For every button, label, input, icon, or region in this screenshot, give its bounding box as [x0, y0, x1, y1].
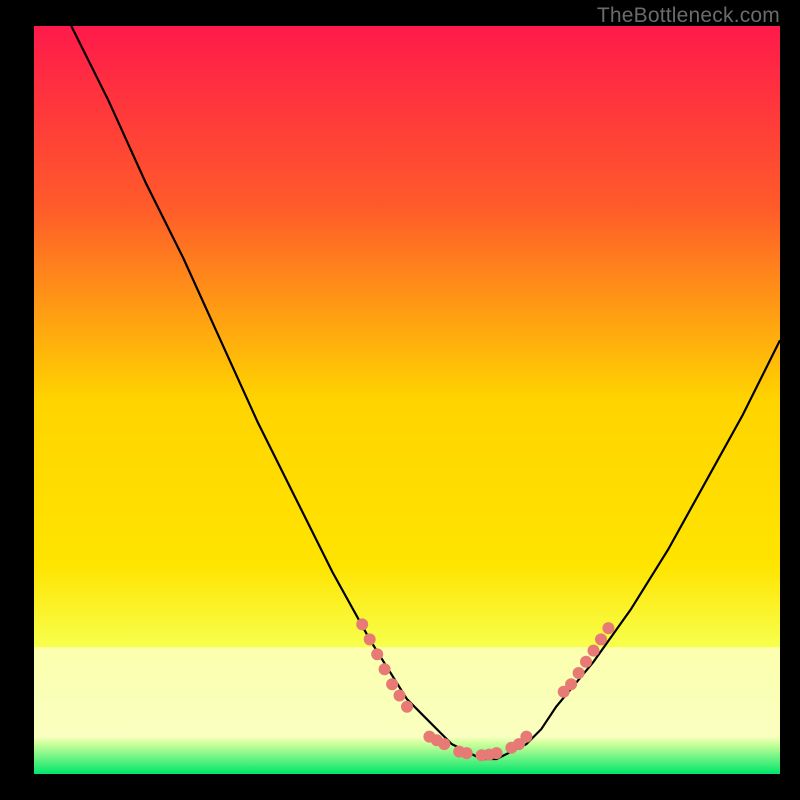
curve-markers — [356, 618, 614, 761]
data-marker — [565, 678, 577, 690]
data-marker — [573, 667, 585, 679]
data-marker — [588, 645, 600, 657]
bottleneck-curve — [71, 26, 780, 759]
data-marker — [364, 633, 376, 645]
data-marker — [520, 731, 532, 743]
data-marker — [371, 648, 383, 660]
data-marker — [461, 747, 473, 759]
watermark-text: TheBottleneck.com — [597, 4, 780, 28]
data-marker — [438, 738, 450, 750]
data-marker — [386, 678, 398, 690]
data-marker — [595, 633, 607, 645]
data-marker — [379, 663, 391, 675]
data-marker — [394, 690, 406, 702]
plot-svg — [34, 26, 780, 774]
plot-area — [34, 26, 780, 774]
data-marker — [491, 747, 503, 759]
data-marker — [602, 622, 614, 634]
chart-frame: TheBottleneck.com — [0, 0, 800, 800]
data-marker — [580, 656, 592, 668]
data-marker — [356, 618, 368, 630]
data-marker — [401, 701, 413, 713]
